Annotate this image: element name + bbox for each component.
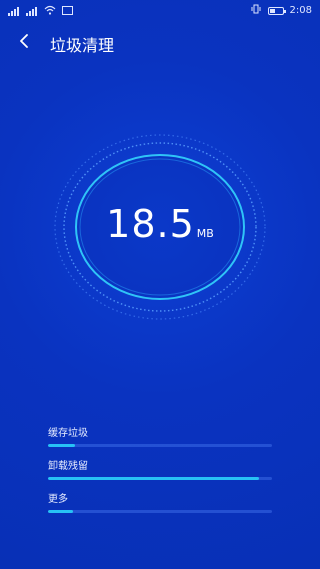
cleanup-screen: 2:08 垃圾清理 18.5 MB 缓存垃圾 卸载残留 更多	[0, 0, 320, 569]
battery-icon	[267, 6, 286, 15]
progress-track	[48, 444, 272, 447]
progress-track	[48, 510, 272, 513]
header: 垃圾清理	[0, 26, 320, 60]
progress-fill	[48, 510, 73, 513]
status-time: 2:08	[289, 5, 312, 16]
junk-size-gauge: 18.5 MB	[52, 132, 268, 322]
list-item: 缓存垃圾	[48, 428, 272, 461]
progress-fill	[48, 477, 259, 480]
signal-icon	[26, 7, 38, 16]
scan-category-list: 缓存垃圾 卸载残留 更多	[48, 428, 272, 527]
status-icons-left	[8, 5, 73, 18]
category-label: 更多	[48, 494, 68, 505]
chevron-left-icon	[18, 33, 30, 52]
status-bar: 2:08	[0, 0, 320, 22]
category-label: 缓存垃圾	[48, 428, 88, 439]
junk-size-value: 18.5	[106, 202, 195, 246]
signal-icon	[8, 7, 20, 16]
wifi-icon	[44, 5, 56, 18]
junk-size-unit: MB	[196, 227, 214, 240]
progress-track	[48, 477, 272, 480]
gauge-value: 18.5 MB	[52, 202, 268, 246]
notification-icon	[62, 5, 73, 18]
back-button[interactable]	[12, 30, 36, 54]
page-title: 垃圾清理	[50, 36, 115, 55]
status-icons-right: 2:08	[250, 4, 312, 17]
category-label: 卸载残留	[48, 461, 88, 472]
list-item: 卸载残留	[48, 461, 272, 494]
vibrate-icon	[250, 4, 262, 17]
progress-fill	[48, 444, 75, 447]
list-item: 更多	[48, 494, 272, 527]
